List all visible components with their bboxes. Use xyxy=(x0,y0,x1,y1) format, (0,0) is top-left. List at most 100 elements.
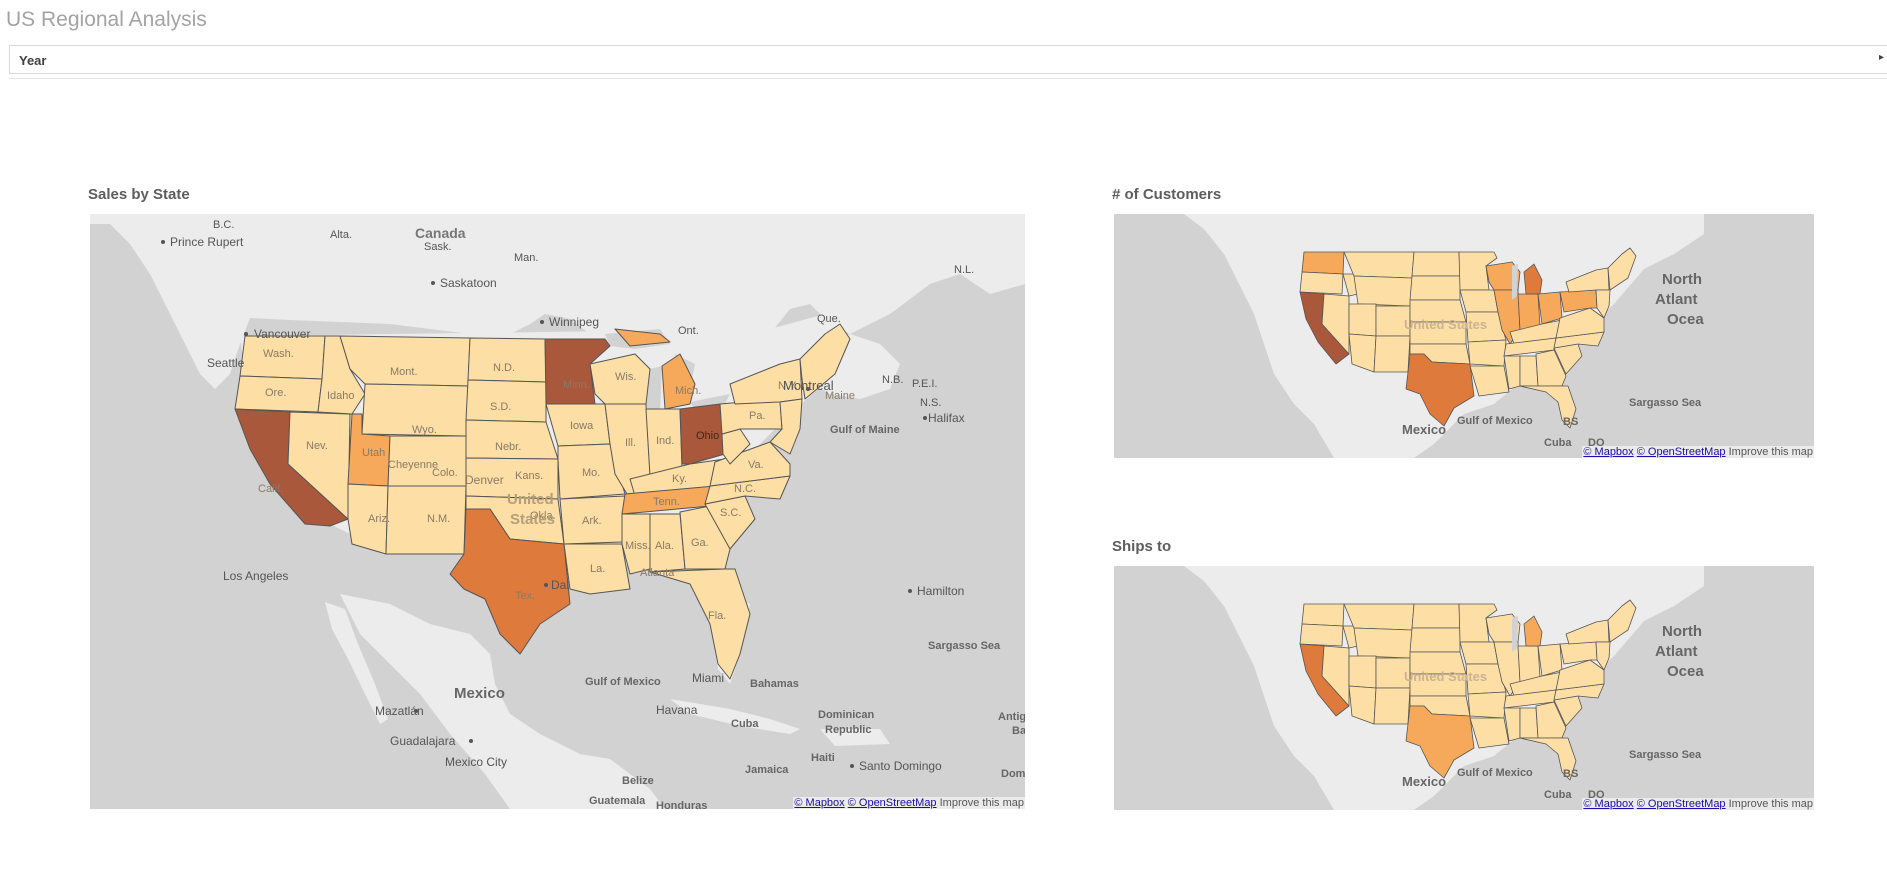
map-shape xyxy=(1537,291,1563,325)
year-filter[interactable]: Year ▸ xyxy=(9,45,1887,74)
label-prince-rupert: Prince Rupert xyxy=(170,235,244,249)
label-mich: Mich. xyxy=(675,385,701,397)
customers-map-canvas[interactable]: North Atlant Ocea Sargasso Sea Mexico Gu… xyxy=(1114,214,1814,458)
filter-divider xyxy=(9,78,1887,79)
map-shape xyxy=(1353,275,1413,307)
expand-arrow-icon[interactable]: ▸ xyxy=(1879,52,1884,63)
map-shape xyxy=(1299,623,1344,647)
label-united: United xyxy=(507,491,554,508)
label-mexico: Mexico xyxy=(1402,422,1446,437)
improve-map-link[interactable]: Improve this map xyxy=(1729,798,1813,810)
label-mexico: Mexico xyxy=(454,685,505,702)
label-united-states: United States xyxy=(1404,669,1487,684)
label-winnipeg: Winnipeg xyxy=(549,315,599,329)
label-bc: B.C. xyxy=(213,219,234,231)
label-nc: N.C. xyxy=(734,483,756,495)
customers-map[interactable]: North Atlant Ocea Sargasso Sea Mexico Gu… xyxy=(1114,214,1814,458)
label-pei: P.E.I. xyxy=(912,378,937,390)
label-north: North xyxy=(1662,623,1702,640)
label-halifax: Halifax xyxy=(928,411,965,425)
map-shape xyxy=(544,583,548,587)
label-man: Man. xyxy=(514,252,538,264)
label-cuba: Cuba xyxy=(1544,437,1572,449)
label-denver: Denver xyxy=(465,473,504,487)
mapbox-link[interactable]: © Mapbox xyxy=(1583,798,1633,810)
label-utah: Utah xyxy=(362,447,385,459)
label-united-states: United States xyxy=(1404,317,1487,332)
map-shape xyxy=(469,739,473,743)
state-nm xyxy=(385,485,467,555)
mapbox-link[interactable]: © Mapbox xyxy=(794,797,844,809)
map-shape xyxy=(1343,603,1415,631)
label-iowa: Iowa xyxy=(570,420,594,432)
label-sargasso: Sargasso Sea xyxy=(1629,397,1702,409)
label-los-angeles: Los Angeles xyxy=(223,569,288,583)
label-ba: Ba xyxy=(1012,725,1025,737)
label-dom: Dom xyxy=(1001,768,1025,780)
map-shape xyxy=(1301,603,1345,627)
label-jamaica: Jamaica xyxy=(745,764,789,776)
map-shape xyxy=(1348,655,1377,689)
ships-map-canvas[interactable]: North Atlant Ocea Sargasso Sea Mexico Gu… xyxy=(1114,566,1814,810)
map-shape xyxy=(540,320,544,324)
label-atlantic: Atlant xyxy=(1655,291,1698,308)
map-shape xyxy=(908,589,912,593)
map-shape xyxy=(1467,691,1507,719)
label-ns: N.S. xyxy=(920,397,941,409)
improve-map-link[interactable]: Improve this map xyxy=(940,797,1024,809)
label-bs: BS xyxy=(1563,416,1578,428)
label-ont: Ont. xyxy=(678,325,699,337)
map-attribution: © Mapbox © OpenStreetMap Improve this ma… xyxy=(1582,798,1814,810)
label-cuba: Cuba xyxy=(1544,789,1572,801)
mapbox-link[interactable]: © Mapbox xyxy=(1583,446,1633,458)
label-wis: Wis. xyxy=(615,371,636,383)
state-mont xyxy=(339,335,471,387)
label-ore: Ore. xyxy=(265,387,286,399)
label-ark: Ark. xyxy=(582,515,602,527)
label-minn: Minn. xyxy=(563,379,590,391)
state-nebr xyxy=(465,419,559,460)
label-cheyenne: Cheyenne xyxy=(388,459,438,471)
map-shape xyxy=(1301,251,1345,275)
map-shape xyxy=(1411,603,1461,629)
label-tenn: Tenn. xyxy=(653,496,680,508)
map-shape xyxy=(1409,275,1461,301)
label-bs: BS xyxy=(1563,768,1578,780)
label-ill: Ill. xyxy=(625,437,636,449)
label-fla: Fla. xyxy=(708,610,726,622)
label-sargasso: Sargasso Sea xyxy=(928,640,1001,652)
label-gulf-mexico: Gulf of Mexico xyxy=(1457,767,1533,779)
label-nebr: Nebr. xyxy=(495,441,521,453)
label-hamilton: Hamilton xyxy=(917,584,964,598)
label-north: North xyxy=(1662,271,1702,288)
customers-map-title: # of Customers xyxy=(1112,186,1222,203)
label-mexico: Mexico xyxy=(1402,774,1446,789)
openstreetmap-link[interactable]: © OpenStreetMap xyxy=(1637,798,1726,810)
ships-map-title: Ships to xyxy=(1112,538,1172,555)
label-ala: Ala. xyxy=(655,540,674,552)
map-shape xyxy=(244,332,248,336)
label-atlantic: Atlant xyxy=(1655,643,1698,660)
improve-map-link[interactable]: Improve this map xyxy=(1729,446,1813,458)
ships-to-map[interactable]: North Atlant Ocea Sargasso Sea Mexico Gu… xyxy=(1114,566,1814,810)
label-havana: Havana xyxy=(656,703,698,717)
label-dominican: Dominican xyxy=(818,709,875,721)
label-pa: Pa. xyxy=(749,410,766,422)
label-que: Que. xyxy=(817,313,841,325)
openstreetmap-link[interactable]: © OpenStreetMap xyxy=(1637,446,1726,458)
map-shape xyxy=(850,764,854,768)
sales-map-canvas[interactable]: Wash. Ore. Calif. Nev. Idaho Mont. Wyo. … xyxy=(90,214,1025,809)
map-shape xyxy=(161,240,165,244)
openstreetmap-link[interactable]: © OpenStreetMap xyxy=(848,797,937,809)
map-shape xyxy=(1537,643,1563,677)
label-nev: Nev. xyxy=(306,440,328,452)
label-cuba: Cuba xyxy=(731,718,759,730)
label-miami: Miami xyxy=(692,671,724,685)
label-mazatlan: Mazatlán xyxy=(375,704,424,718)
label-ohio: Ohio xyxy=(696,430,719,442)
map-shape xyxy=(1517,293,1541,331)
label-guatemala: Guatemala xyxy=(589,795,646,807)
sales-by-state-map[interactable]: Wash. Ore. Calif. Nev. Idaho Mont. Wyo. … xyxy=(90,214,1025,809)
label-miss: Miss. xyxy=(625,540,651,552)
sales-map-title: Sales by State xyxy=(88,186,190,203)
